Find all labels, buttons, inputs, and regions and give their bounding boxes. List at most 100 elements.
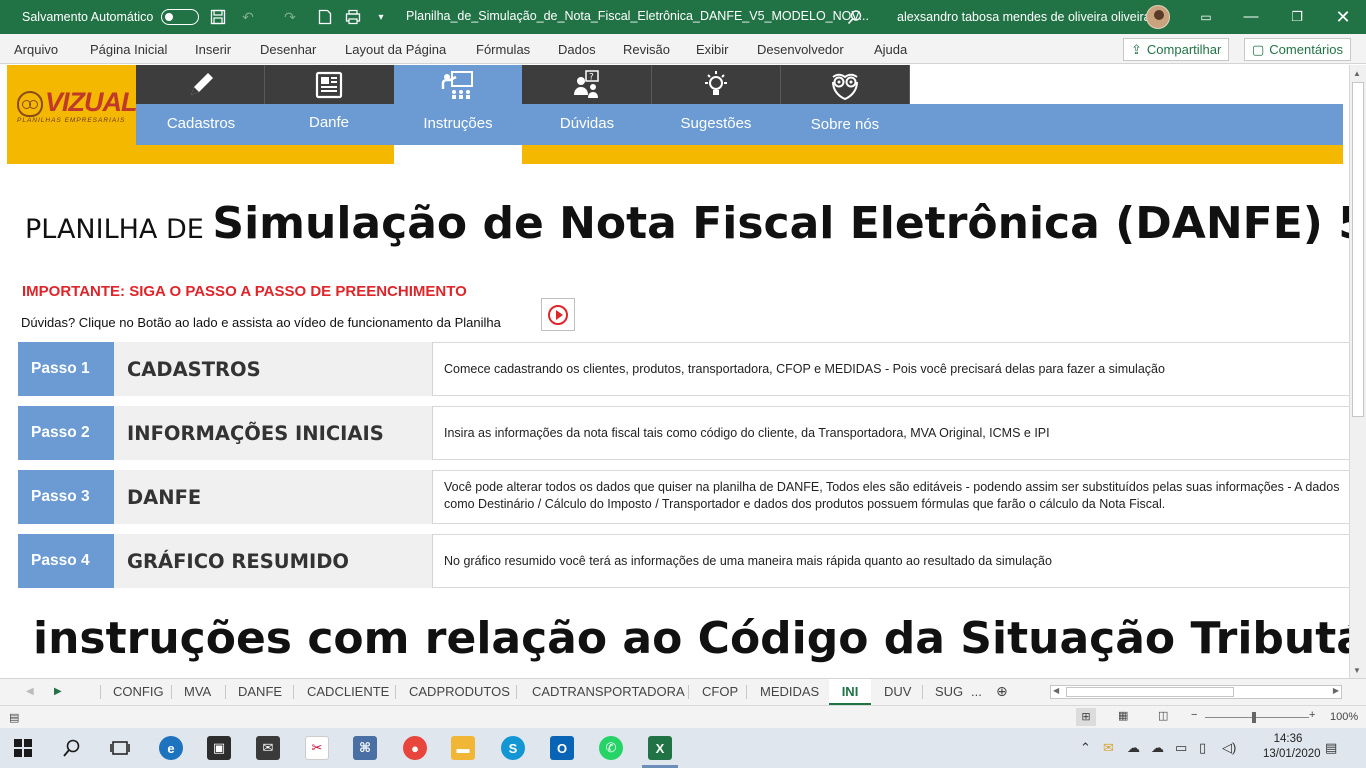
page-layout-view-icon[interactable]: ▦ — [1118, 709, 1128, 722]
menu-formulas[interactable]: Fórmulas — [476, 42, 530, 57]
menu-layout-pagina[interactable]: Layout da Página — [345, 42, 446, 57]
store-icon[interactable]: ▣ — [207, 736, 231, 760]
network-icon[interactable]: ▯ — [1199, 740, 1206, 756]
volume-icon[interactable]: ◁) — [1222, 740, 1236, 756]
autosave-toggle[interactable] — [161, 9, 200, 25]
normal-view-icon[interactable]: ⊞ — [1076, 708, 1096, 726]
comments-button[interactable]: ▢ Comentários — [1244, 38, 1351, 61]
share-button[interactable]: ⇪ Compartilhar — [1123, 38, 1230, 61]
ribbon-display-icon[interactable]: ▭ — [1196, 7, 1216, 27]
tab-divider — [688, 685, 689, 699]
task-view-icon[interactable] — [110, 738, 130, 763]
sheet-tab-cadcliente[interactable]: CADCLIENTE — [307, 679, 389, 705]
step-description: No gráfico resumido você terá as informa… — [433, 534, 1349, 588]
menu-inserir[interactable]: Inserir — [195, 42, 231, 57]
restore-icon[interactable]: ❐ — [1287, 7, 1307, 27]
snipping-tool-icon[interactable]: ✂ — [305, 736, 329, 760]
hscroll-thumb[interactable] — [1066, 687, 1234, 697]
taskbar-search-icon[interactable] — [62, 738, 82, 763]
notifications-icon[interactable]: ▤ — [1325, 740, 1337, 756]
question-people-icon: ? — [523, 67, 651, 103]
nav-tab-duvidas[interactable]: ? Dúvidas — [523, 65, 651, 145]
sheet-tab-ini[interactable]: INI — [829, 679, 871, 705]
sheet-tab-sug[interactable]: SUG — [935, 679, 963, 705]
cloud-sync-icon[interactable]: ☁ — [1127, 740, 1140, 756]
page-icon[interactable] — [316, 8, 334, 26]
tab-divider — [100, 685, 101, 699]
nav-tab-sugestoes[interactable]: Sugestões — [652, 65, 780, 145]
sheet-tab-mva[interactable]: MVA — [184, 679, 211, 705]
taskbar-clock[interactable]: 14:36 13/01/2020 — [1263, 732, 1321, 762]
nav-tab-cadastros[interactable]: Cadastros — [137, 65, 265, 145]
sheet-tab-cadprodutos[interactable]: CADPRODUTOS — [409, 679, 510, 705]
excel-icon[interactable]: X — [648, 736, 672, 760]
menu-arquivo[interactable]: Arquivo — [14, 42, 58, 57]
step-description: Você pode alterar todos os dados que qui… — [433, 470, 1349, 524]
menu-pagina-inicial[interactable]: Página Inicial — [90, 42, 167, 57]
menu-desenhar[interactable]: Desenhar — [260, 42, 316, 57]
scroll-right-icon[interactable]: ▶ — [1333, 686, 1339, 695]
vertical-scrollbar[interactable]: ▲ ▼ — [1349, 65, 1366, 678]
horizontal-scrollbar[interactable]: ◀ ▶ — [1050, 685, 1342, 699]
scroll-down-icon[interactable]: ▼ — [1353, 666, 1361, 675]
sheet-tab-duv[interactable]: DUV — [884, 679, 911, 705]
save-icon[interactable] — [209, 8, 227, 26]
edge-browser-icon[interactable]: e — [159, 736, 183, 760]
worksheet[interactable]: VIZUAL PLANILHAS EMPRESARIAIS Cadastros … — [0, 65, 1349, 678]
nav-tab-sobre-nos[interactable]: Sobre nós — [781, 65, 909, 145]
step-row: Passo 2 INFORMAÇÕES INICIAIS Insira as i… — [18, 406, 1349, 460]
nav-accent-strip — [136, 145, 1343, 164]
menu-desenvolvedor[interactable]: Desenvolvedor — [757, 42, 844, 57]
autosave-toggle-group[interactable]: Salvamento Automático — [22, 9, 200, 25]
whatsapp-icon[interactable]: ✆ — [599, 736, 623, 760]
print-icon[interactable] — [344, 8, 362, 26]
play-video-button[interactable] — [541, 298, 575, 331]
mail-notify-icon[interactable]: ✉ — [1103, 740, 1114, 756]
scroll-left-icon[interactable]: ◀ — [1053, 686, 1059, 695]
minimize-icon[interactable]: — — [1241, 7, 1261, 27]
nav-tab-label: Sobre nós — [810, 116, 880, 133]
windows-start-icon[interactable] — [14, 739, 32, 762]
zoom-slider[interactable] — [1205, 717, 1309, 718]
more-tabs[interactable]: ... — [971, 679, 982, 705]
step-number: Passo 4 — [18, 534, 114, 588]
tab-scroll-right-icon[interactable]: ▶ — [54, 679, 62, 705]
sheet-tab-cadtransportadora[interactable]: CADTRANSPORTADORA — [532, 679, 685, 705]
nav-tab-instrucoes[interactable]: Instruções — [394, 65, 522, 145]
undo-icon[interactable]: ↶ — [239, 8, 257, 26]
redo-icon[interactable]: ↷ — [281, 8, 299, 26]
mail-icon[interactable]: ✉ — [256, 736, 280, 760]
menu-ajuda[interactable]: Ajuda — [874, 42, 907, 57]
zoom-slider-knob[interactable] — [1252, 712, 1256, 723]
sheet-tab-medidas[interactable]: MEDIDAS — [760, 679, 819, 705]
nav-tab-danfe[interactable]: Danfe — [265, 65, 393, 145]
scroll-up-icon[interactable]: ▲ — [1353, 69, 1361, 78]
avatar[interactable] — [1146, 5, 1170, 29]
add-sheet-icon[interactable]: ⊕ — [996, 679, 1008, 705]
outlook-icon[interactable]: O — [550, 736, 574, 760]
zoom-in-icon[interactable]: + — [1309, 709, 1315, 721]
skype-icon[interactable]: S — [501, 736, 525, 760]
customize-toolbar-icon[interactable]: ▾ — [372, 8, 390, 26]
tab-scroll-left-icon[interactable]: ◀ — [26, 679, 34, 705]
network-app-icon[interactable]: ⌘ — [353, 736, 377, 760]
zoom-level[interactable]: 100% — [1330, 711, 1358, 723]
page-break-view-icon[interactable]: ◫ — [1158, 709, 1168, 722]
onedrive-icon[interactable]: ☁ — [1151, 740, 1164, 756]
close-icon[interactable]: ✕ — [1333, 7, 1353, 27]
zoom-out-icon[interactable]: − — [1191, 709, 1197, 721]
menu-dados[interactable]: Dados — [558, 42, 596, 57]
chrome-icon[interactable]: ● — [403, 736, 427, 760]
user-name[interactable]: alexsandro tabosa mendes de oliveira oli… — [897, 10, 1151, 24]
menu-exibir[interactable]: Exibir — [696, 42, 729, 57]
sheet-tab-config[interactable]: CONFIG — [113, 679, 164, 705]
menu-revisao[interactable]: Revisão — [623, 42, 670, 57]
show-hidden-icons-icon[interactable]: ⌃ — [1080, 740, 1091, 756]
sheet-tab-danfe[interactable]: DANFE — [238, 679, 282, 705]
macro-record-icon[interactable]: ▤ — [9, 711, 19, 724]
file-explorer-icon[interactable]: ▬ — [451, 736, 475, 760]
search-icon[interactable] — [846, 8, 864, 26]
sheet-tab-cfop[interactable]: CFOP — [702, 679, 738, 705]
scroll-thumb[interactable] — [1352, 82, 1364, 417]
battery-icon[interactable]: ▭ — [1175, 740, 1187, 756]
